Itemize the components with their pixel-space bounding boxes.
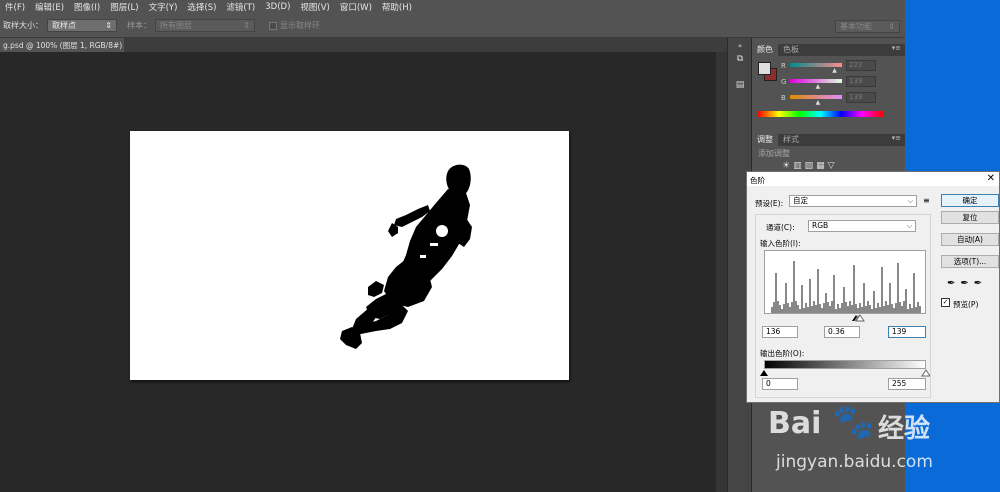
ok-button[interactable]: 确定	[941, 194, 999, 207]
value-field-r[interactable]: 223	[846, 60, 876, 71]
histogram	[764, 250, 926, 314]
sample-size-select[interactable]: 取样点 ⇕	[47, 19, 117, 32]
document-canvas[interactable]	[130, 131, 569, 380]
preview-checkbox[interactable]: ✓	[941, 298, 950, 307]
menu-item[interactable]: 文字(Y)	[144, 1, 183, 13]
value-field-b[interactable]: 139	[846, 92, 876, 103]
menu-item[interactable]: 窗口(W)	[335, 1, 377, 13]
menu-bar: 件(F) 编辑(E) 图像(I) 图层(L) 文字(Y) 选择(S) 滤镜(T) 3D(D) 视…	[0, 0, 905, 14]
adjustment-icons[interactable]: ☀▥▨▦▽	[782, 161, 838, 171]
dialog-titlebar: 色阶 ✕	[747, 172, 999, 186]
show-ring-checkbox[interactable]	[269, 21, 277, 30]
output-levels-label: 输出色阶(O):	[760, 349, 805, 358]
foreground-color-swatch[interactable]	[758, 62, 771, 75]
close-icon[interactable]: ✕	[987, 173, 995, 184]
vertical-scrollbar[interactable]	[716, 52, 727, 492]
channel-label-r: R	[781, 62, 786, 70]
layers-icon[interactable]: ▤	[732, 80, 748, 94]
levels-group: 通道(C): RGB ⌵ 输入色阶(I): 136 0.36 139 输出色阶(…	[755, 214, 931, 398]
panel-menu-icon[interactable]: ▾≡	[892, 134, 901, 142]
output-black-slider[interactable]	[760, 370, 768, 376]
slider-thumb-r[interactable]: ▲	[832, 67, 837, 74]
slider-thumb-b[interactable]: ▲	[816, 99, 821, 106]
color-panel-tabs: 颜色 色板 ▾≡	[752, 44, 905, 56]
value-field-g[interactable]: 139	[846, 76, 876, 87]
sample-label: 样本：	[127, 21, 151, 30]
menu-item[interactable]: 图像(I)	[69, 1, 105, 13]
paw-logo-icon: 🐾	[832, 402, 875, 442]
output-white-field[interactable]: 255	[888, 378, 926, 390]
chevron-updown-icon: ⇕	[888, 22, 895, 31]
dialog-title: 色阶	[750, 176, 765, 185]
watermark: Bai 🐾 经验 jingyan.baidu.com	[760, 400, 950, 492]
preset-label: 预设(E):	[755, 199, 784, 208]
color-panel: R ▲ 223 G ▲ 139 B ▲ 139	[752, 56, 905, 120]
history-icon[interactable]: ⧉	[732, 54, 748, 68]
sample-select[interactable]: 所有图层 ⇕	[155, 19, 255, 32]
input-sliders[interactable]	[764, 314, 926, 322]
tab-swatches[interactable]: 色板	[778, 44, 804, 56]
menu-item[interactable]: 3D(D)	[260, 2, 295, 12]
menu-item[interactable]: 帮助(H)	[377, 1, 417, 13]
menu-item[interactable]: 选择(S)	[182, 1, 221, 13]
tab-color[interactable]: 颜色	[752, 44, 778, 56]
slider-thumb-g[interactable]: ▲	[816, 83, 821, 90]
show-ring-label: 显示取样环	[280, 21, 320, 30]
watermark-url: jingyan.baidu.com	[776, 452, 933, 472]
output-sliders[interactable]	[760, 369, 930, 377]
tab-adjustments[interactable]: 调整	[752, 134, 778, 146]
input-levels-label: 输入色阶(I):	[760, 239, 801, 248]
document-tab[interactable]: g.psd @ 100% (图层 1, RGB/8#) * ×	[0, 38, 124, 52]
input-black-field[interactable]: 136	[762, 326, 798, 338]
reset-button[interactable]: 复位	[941, 211, 999, 224]
adjust-panel-tabs: 调整 样式 ▾≡	[752, 134, 905, 146]
input-white-field[interactable]: 139	[888, 326, 926, 338]
options-bar: 取样大小： 取样点 ⇕ 样本： 所有图层 ⇕ 显示取样环	[0, 14, 905, 38]
panel-menu-icon[interactable]: ▾≡	[892, 44, 901, 52]
chevron-down-icon: ⌵	[907, 197, 913, 205]
watermark-brand-latin: Bai	[768, 406, 822, 441]
chevron-updown-icon: ⇕	[243, 21, 250, 30]
sample-size-label: 取样大小：	[3, 21, 43, 30]
output-white-slider[interactable]	[921, 369, 930, 377]
auto-button[interactable]: 自动(A)	[941, 233, 999, 246]
chevron-down-icon: ⌵	[906, 222, 912, 230]
watermark-brand-cn: 经验	[878, 414, 931, 444]
output-black-field[interactable]: 0	[762, 378, 798, 390]
workspace-select[interactable]: 基本功能 ⇕	[835, 20, 900, 33]
preset-options-icon[interactable]: ≡	[923, 196, 930, 205]
output-gradient	[764, 360, 926, 369]
input-gamma-field[interactable]: 0.36	[824, 326, 860, 338]
color-spectrum-bar[interactable]	[758, 111, 883, 117]
add-adjustment-label: 添加调整	[758, 149, 790, 158]
preset-select[interactable]: 自定 ⌵	[789, 195, 917, 207]
menu-item[interactable]: 视图(V)	[295, 1, 334, 13]
channel-label-b: B	[781, 94, 786, 102]
channel-label-g: G	[781, 78, 787, 86]
eyedropper-icons[interactable]: ✒✒✒	[947, 278, 987, 289]
channel-label: 通道(C):	[766, 223, 795, 232]
channel-select[interactable]: RGB ⌵	[808, 220, 916, 232]
tab-styles[interactable]: 样式	[778, 134, 804, 146]
basketball-player-silhouette	[340, 164, 472, 349]
preview-label: 预览(P)	[953, 300, 979, 309]
menu-item[interactable]: 编辑(E)	[30, 1, 69, 13]
document-tab-bar: g.psd @ 100% (图层 1, RGB/8#) * ×	[0, 38, 727, 52]
levels-dialog: 色阶 ✕ 预设(E): 自定 ⌵ ≡ 通道(C): RGB ⌵ 输入色阶(I):…	[746, 171, 1000, 403]
menu-item[interactable]: 滤镜(T)	[221, 1, 260, 13]
menu-item[interactable]: 件(F)	[0, 1, 30, 13]
chevron-updown-icon: ⇕	[105, 21, 112, 30]
menu-item[interactable]: 图层(L)	[105, 1, 143, 13]
options-button[interactable]: 选项(T)...	[941, 255, 999, 268]
